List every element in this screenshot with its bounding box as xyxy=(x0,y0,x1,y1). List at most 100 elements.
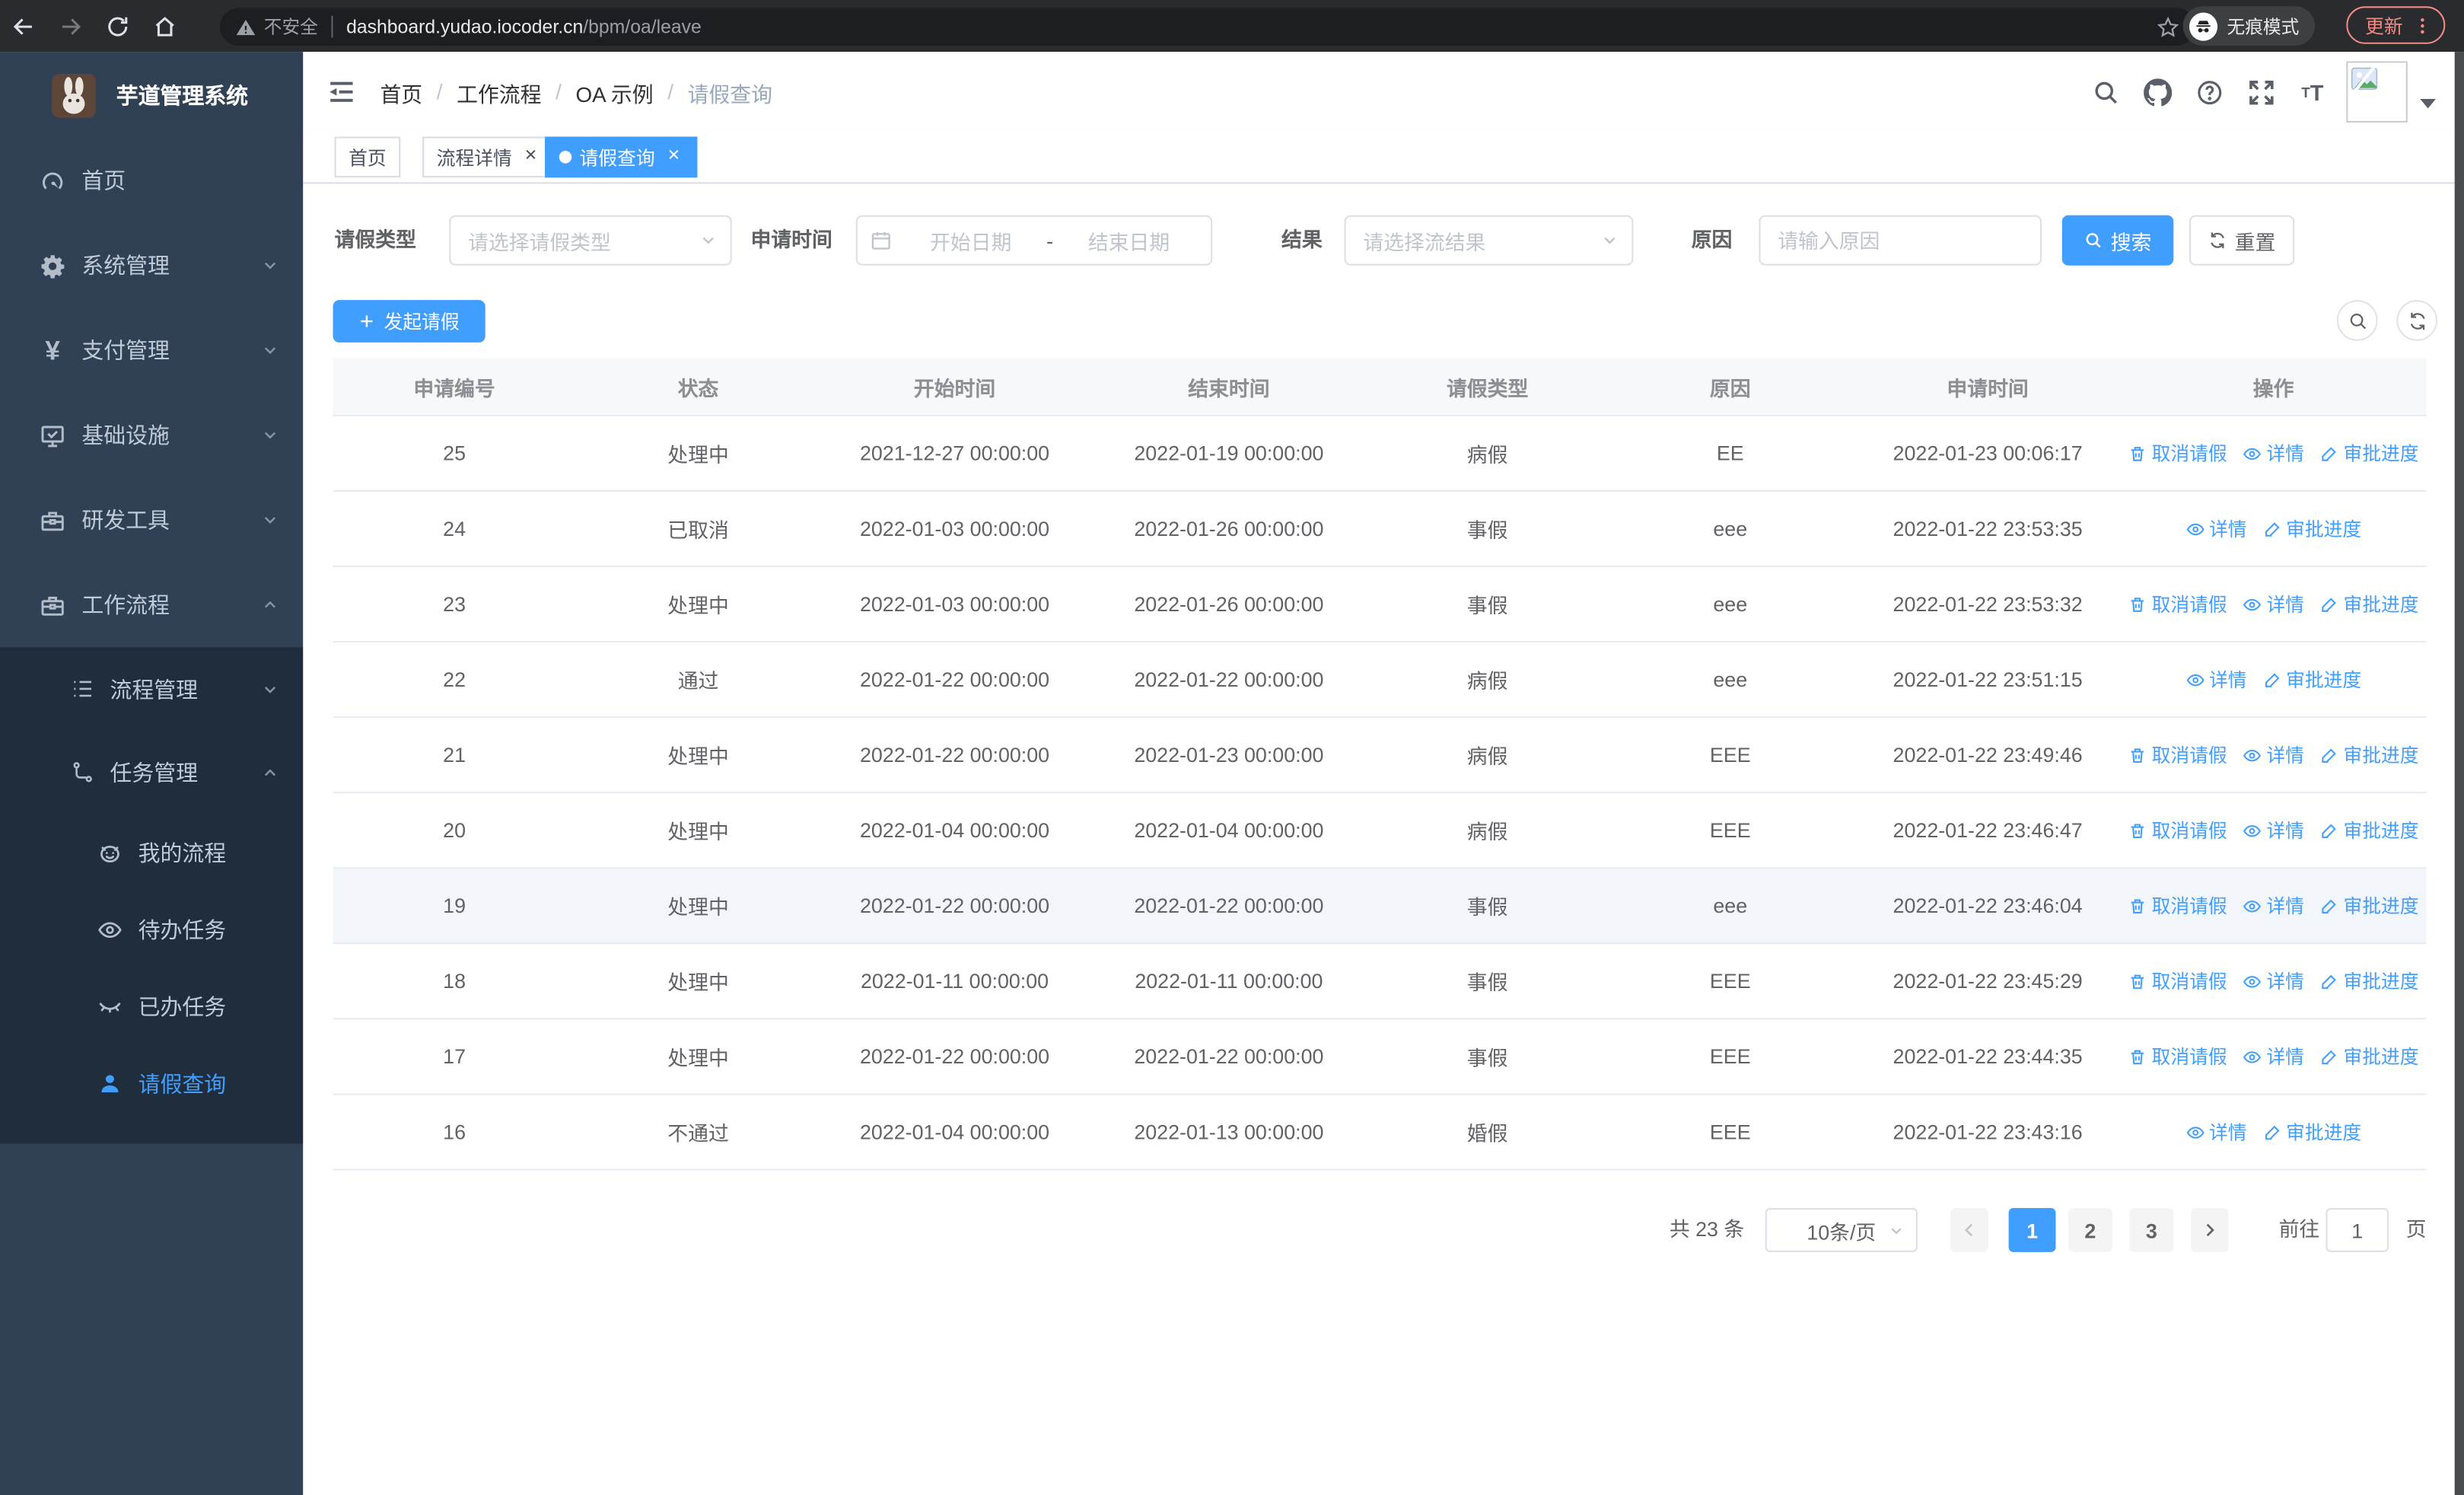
font-size-icon[interactable]: TT xyxy=(2297,77,2327,107)
action-eye[interactable]: 详情 xyxy=(2243,591,2304,617)
action-eye[interactable]: 详情 xyxy=(2185,666,2247,693)
sidebar-item-leave-query[interactable]: 请假查询 xyxy=(0,1044,303,1121)
bookmark-star-icon[interactable] xyxy=(2157,15,2180,39)
tab-home[interactable]: 首页 xyxy=(334,136,401,178)
action-eye[interactable]: 详情 xyxy=(2243,967,2304,994)
action-edit[interactable]: 审批进度 xyxy=(2320,967,2419,994)
page-size-select[interactable]: 10条/页 xyxy=(1765,1208,1918,1252)
toggle-search-button[interactable] xyxy=(2336,300,2378,341)
breadcrumb-item[interactable]: 首页 xyxy=(380,76,422,107)
sidebar-item-my-process[interactable]: 我的流程 xyxy=(0,814,303,891)
action-eye[interactable]: 详情 xyxy=(2185,515,2247,542)
back-icon[interactable] xyxy=(0,4,47,48)
result-select[interactable]: 请选择流结果 xyxy=(1344,215,1634,266)
refresh-table-button[interactable] xyxy=(2396,300,2438,341)
table-row[interactable]: 19 处理中 2022-01-22 00:00:00 2022-01-22 00:00… xyxy=(333,869,2427,945)
github-icon[interactable] xyxy=(2142,77,2172,107)
chevron-up-icon xyxy=(261,595,280,614)
action-edit[interactable]: 审批进度 xyxy=(2320,1043,2419,1069)
more-vert-icon xyxy=(2421,17,2424,33)
reset-button[interactable]: 重置 xyxy=(2189,215,2295,266)
sidebar-item-label: 首页 xyxy=(81,167,126,193)
cell-type: 病假 xyxy=(1466,820,1508,844)
page-button-1[interactable]: 1 xyxy=(2008,1208,2056,1252)
breadcrumb-item[interactable]: OA 示例 xyxy=(575,76,653,107)
table-row[interactable]: 16 不通过 2022-01-04 00:00:00 2022-01-13 00:00… xyxy=(333,1095,2427,1171)
action-trash[interactable]: 取消请假 xyxy=(2128,440,2227,467)
prev-page-button[interactable] xyxy=(1950,1208,1988,1252)
sidebar-item-task-mgmt[interactable]: 任务管理 xyxy=(0,731,303,814)
action-eye[interactable]: 详情 xyxy=(2243,440,2304,467)
close-icon[interactable]: ✕ xyxy=(664,148,683,167)
cell-apply_time: 2022-01-22 23:44:35 xyxy=(1893,1044,2083,1069)
search-button[interactable]: 搜索 xyxy=(2061,215,2174,266)
update-chip[interactable]: 更新 xyxy=(2346,6,2446,44)
create-leave-button[interactable]: 发起请假 xyxy=(333,300,485,343)
action-edit[interactable]: 审批进度 xyxy=(2320,440,2419,467)
reason-input[interactable] xyxy=(1759,215,2042,266)
page-button-3[interactable]: 3 xyxy=(2129,1208,2174,1252)
action-edit[interactable]: 审批进度 xyxy=(2320,741,2419,768)
goto-page-input[interactable] xyxy=(2326,1208,2389,1252)
cell-end: 2022-01-26 00:00:00 xyxy=(1134,592,1324,617)
window-scrollbar[interactable] xyxy=(2454,52,2464,1495)
hamburger-icon[interactable] xyxy=(326,77,356,107)
action-eye[interactable]: 详情 xyxy=(2243,741,2304,768)
sidebar-item-system[interactable]: 系统管理 xyxy=(0,223,303,308)
table-row[interactable]: 25 处理中 2021-12-27 00:00:00 2022-01-19 00:00… xyxy=(333,416,2427,492)
help-icon[interactable] xyxy=(2194,77,2224,107)
close-icon[interactable]: ✕ xyxy=(521,148,540,167)
action-edit[interactable]: 审批进度 xyxy=(2320,817,2419,843)
cell-actions: 取消请假 详情 审批进度 xyxy=(2121,1019,2427,1093)
tab-process-detail[interactable]: 流程详情 ✕ xyxy=(422,136,555,178)
sidebar-item-todo-tasks[interactable]: 待办任务 xyxy=(0,891,303,967)
column-header: 开始时间 xyxy=(913,376,996,400)
next-page-button[interactable] xyxy=(2191,1208,2229,1252)
breadcrumb-item[interactable]: 工作流程 xyxy=(457,76,541,107)
search-icon[interactable] xyxy=(2090,77,2120,107)
monitor-icon xyxy=(40,422,66,448)
sidebar-item-devtools[interactable]: 研发工具 xyxy=(0,477,303,562)
action-trash[interactable]: 取消请假 xyxy=(2128,892,2227,919)
search-icon xyxy=(2086,233,2101,248)
sidebar-item-process-mgmt[interactable]: 流程管理 xyxy=(0,647,303,730)
action-edit[interactable]: 审批进度 xyxy=(2262,1118,2361,1145)
page-button-2[interactable]: 2 xyxy=(2068,1208,2112,1252)
table-row[interactable]: 20 处理中 2022-01-04 00:00:00 2022-01-04 00:00… xyxy=(333,793,2427,869)
address-bar[interactable]: 不安全 dashboard.yudao.iocoder.cn/bpm/oa/le… xyxy=(219,8,2196,46)
leave-type-select[interactable]: 请选择请假类型 xyxy=(449,215,732,266)
action-trash[interactable]: 取消请假 xyxy=(2128,741,2227,768)
forward-icon[interactable] xyxy=(47,4,94,48)
table-row[interactable]: 17 处理中 2022-01-22 00:00:00 2022-01-22 00:00… xyxy=(333,1019,2427,1095)
action-eye[interactable]: 详情 xyxy=(2243,892,2304,919)
action-eye[interactable]: 详情 xyxy=(2243,1043,2304,1069)
table-row[interactable]: 24 已取消 2022-01-03 00:00:00 2022-01-26 00:00… xyxy=(333,491,2427,568)
table-row[interactable]: 23 处理中 2022-01-03 00:00:00 2022-01-26 00:00… xyxy=(333,567,2427,643)
action-edit[interactable]: 审批进度 xyxy=(2320,591,2419,617)
sidebar-item-done-tasks[interactable]: 已办任务 xyxy=(0,967,303,1044)
home-icon[interactable] xyxy=(142,4,189,48)
action-trash[interactable]: 取消请假 xyxy=(2128,817,2227,843)
tab-leave-query[interactable]: 请假查询 ✕ xyxy=(545,136,698,178)
sidebar-logo[interactable]: 芋道管理系统 xyxy=(0,52,303,139)
action-trash[interactable]: 取消请假 xyxy=(2128,1043,2227,1069)
apply-time-range-picker[interactable]: 开始日期 - 结束日期 xyxy=(855,215,1213,266)
action-edit[interactable]: 审批进度 xyxy=(2262,515,2361,542)
sidebar-item-home[interactable]: 首页 xyxy=(0,139,303,223)
avatar-caret-icon[interactable] xyxy=(2420,97,2436,108)
action-trash[interactable]: 取消请假 xyxy=(2128,591,2227,617)
action-trash[interactable]: 取消请假 xyxy=(2128,967,2227,994)
table-row[interactable]: 22 通过 2022-01-22 00:00:00 2022-01-22 00:00:… xyxy=(333,642,2427,719)
sidebar-item-infra[interactable]: 基础设施 xyxy=(0,393,303,477)
avatar[interactable] xyxy=(2346,61,2408,123)
fullscreen-icon[interactable] xyxy=(2246,77,2275,107)
reload-icon[interactable] xyxy=(94,4,142,48)
action-eye[interactable]: 详情 xyxy=(2185,1118,2247,1145)
action-edit[interactable]: 审批进度 xyxy=(2262,666,2361,693)
table-row[interactable]: 18 处理中 2022-01-11 00:00:00 2022-01-11 00:00… xyxy=(333,944,2427,1020)
sidebar-item-workflow[interactable]: 工作流程 xyxy=(0,563,303,647)
action-eye[interactable]: 详情 xyxy=(2243,817,2304,843)
action-edit[interactable]: 审批进度 xyxy=(2320,892,2419,919)
table-row[interactable]: 21 处理中 2022-01-22 00:00:00 2022-01-23 00:00… xyxy=(333,718,2427,794)
sidebar-item-payment[interactable]: ¥ 支付管理 xyxy=(0,308,303,393)
